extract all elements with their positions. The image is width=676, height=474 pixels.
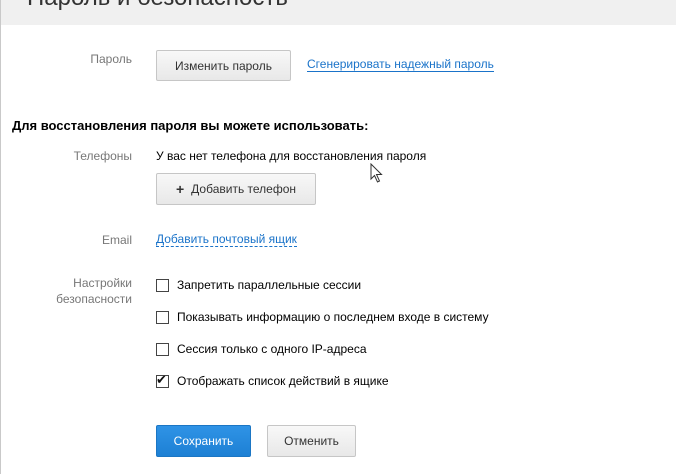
phones-label: Телефоны bbox=[73, 149, 132, 163]
email-label: Email bbox=[101, 233, 132, 247]
option-label: Отображать список действий в ящике bbox=[177, 374, 389, 388]
checkbox-show-activity-list[interactable]: ✔ bbox=[156, 371, 169, 388]
plus-icon: + bbox=[175, 181, 185, 197]
checkbox-show-last-login[interactable] bbox=[156, 310, 169, 324]
password-label: Пароль bbox=[90, 52, 132, 66]
option-show-activity-list[interactable]: ✔ Отображать список действий в ящике bbox=[156, 371, 389, 388]
save-button[interactable]: Сохранить bbox=[156, 425, 251, 457]
option-single-ip-session[interactable]: Сессия только с одного IP-адреса bbox=[156, 342, 367, 356]
option-label: Запретить параллельные сессии bbox=[177, 278, 362, 292]
checkbox-single-ip-session[interactable] bbox=[156, 342, 169, 356]
option-label: Сессия только с одного IP-адреса bbox=[177, 342, 367, 356]
recovery-heading: Для восстановления пароля вы можете испо… bbox=[12, 118, 369, 133]
option-show-last-login[interactable]: Показывать информацию о последнем входе … bbox=[156, 310, 489, 324]
option-block-parallel-sessions[interactable]: Запретить параллельные сессии bbox=[156, 278, 361, 292]
cancel-button[interactable]: Отменить bbox=[267, 425, 356, 457]
mouse-cursor-icon bbox=[370, 163, 383, 183]
add-phone-button[interactable]: + Добавить телефон bbox=[156, 173, 316, 205]
page-header: Пароль и безопасность bbox=[1, 0, 676, 25]
page-title: Пароль и безопасность bbox=[27, 0, 288, 12]
security-label-line1: Настройки bbox=[73, 276, 132, 290]
generate-password-link[interactable]: Сгенерировать надежный пароль bbox=[307, 57, 494, 72]
checkbox-block-parallel-sessions[interactable] bbox=[156, 278, 169, 292]
change-password-button[interactable]: Изменить пароль bbox=[156, 50, 291, 81]
checkmark-icon: ✔ bbox=[156, 371, 167, 387]
security-label-line2: безопасности bbox=[56, 292, 132, 306]
security-settings-label: Настройки безопасности bbox=[0, 275, 132, 307]
add-phone-label: Добавить телефон bbox=[191, 182, 297, 196]
option-label: Показывать информацию о последнем входе … bbox=[177, 310, 489, 324]
no-phone-text: У вас нет телефона для восстановления па… bbox=[156, 149, 427, 163]
add-mailbox-link[interactable]: Добавить почтовый ящик bbox=[156, 232, 297, 247]
